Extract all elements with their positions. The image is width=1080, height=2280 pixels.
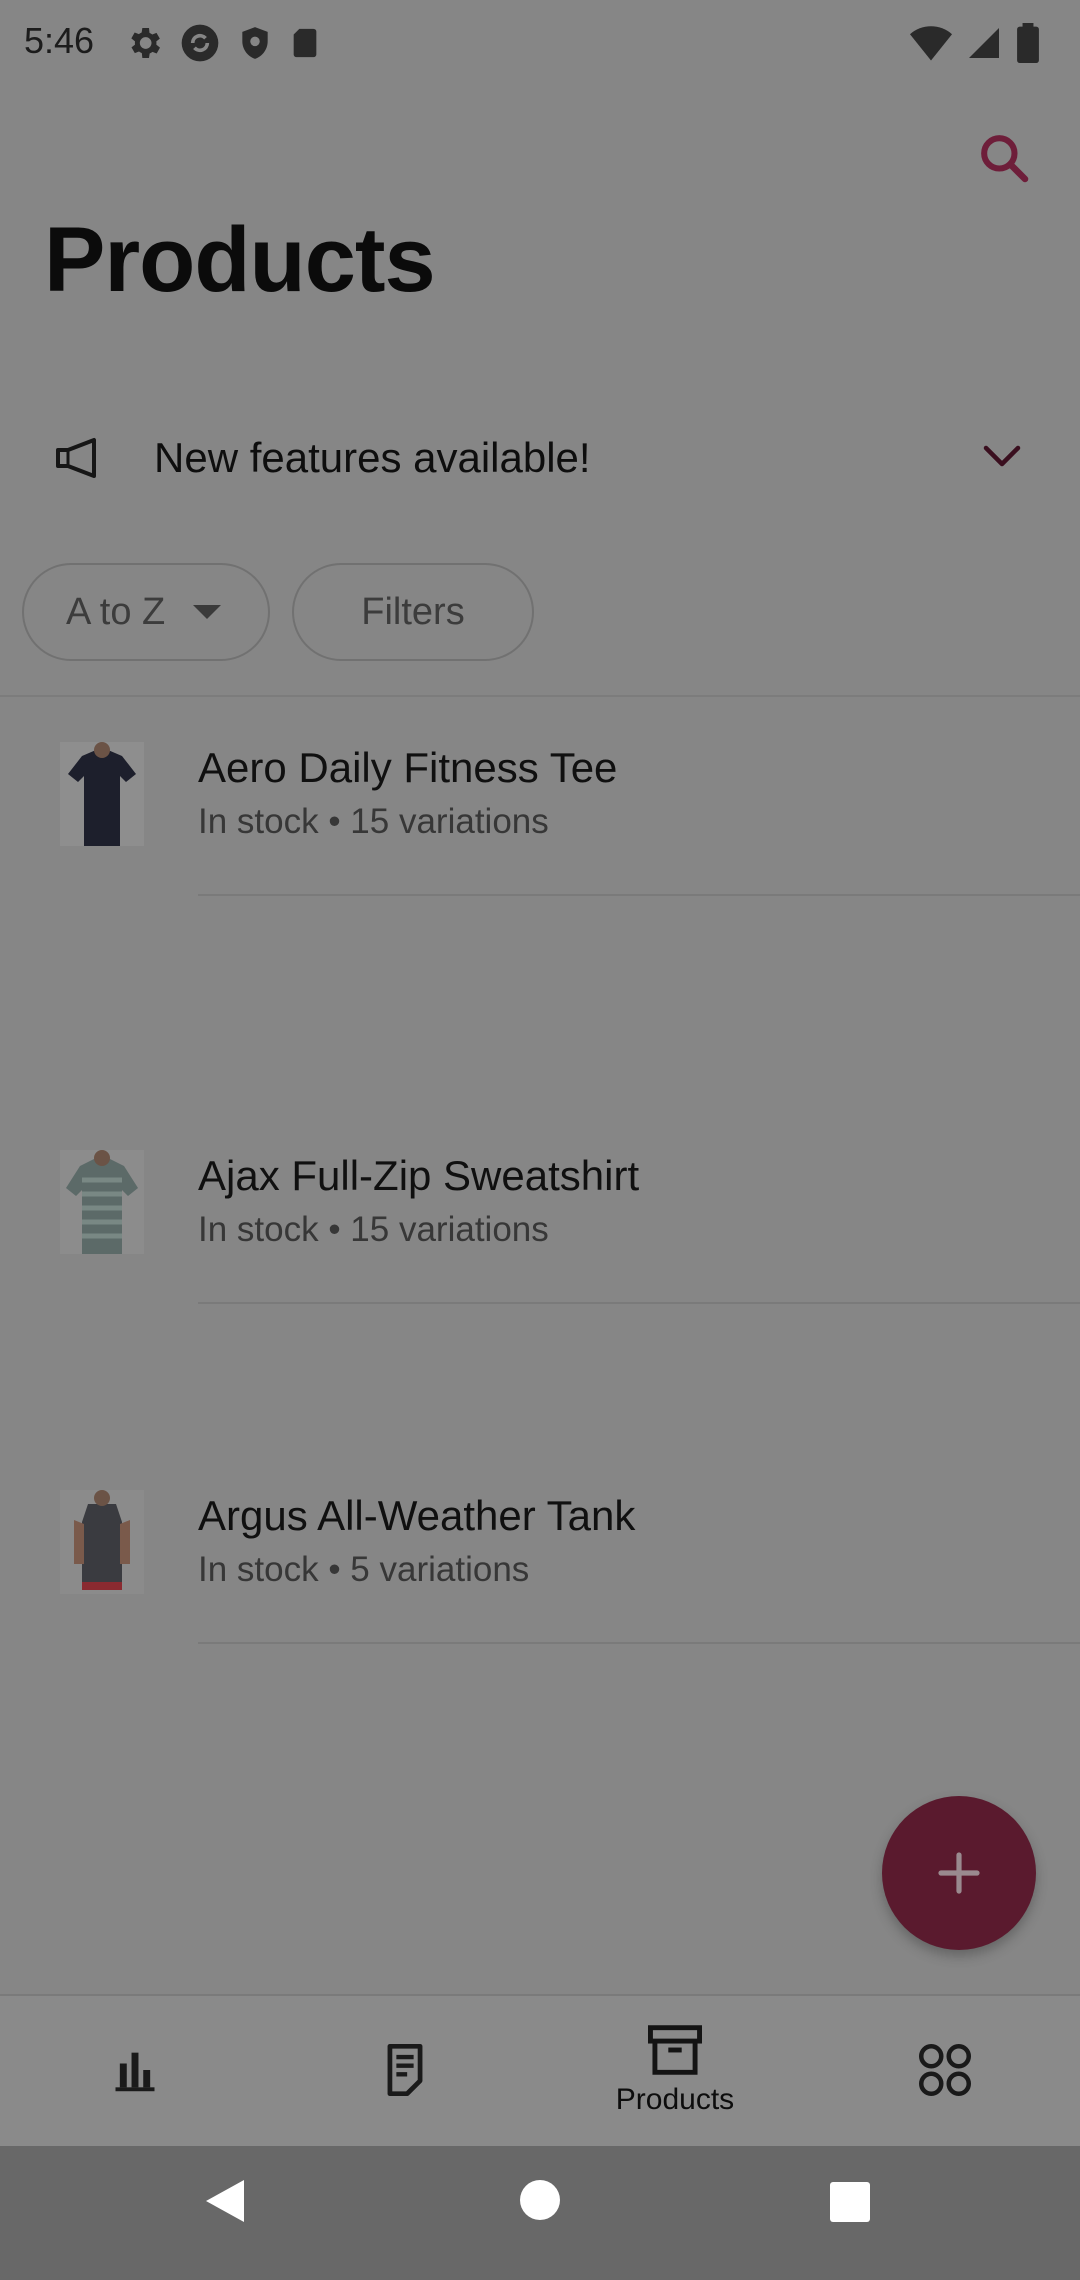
search-button[interactable] — [968, 122, 1040, 194]
search-icon — [981, 135, 1029, 183]
status-time: 5:46 — [24, 20, 95, 61]
row-divider — [198, 1302, 1080, 1304]
row-divider — [198, 894, 1080, 896]
list-top-divider — [0, 695, 1080, 697]
orders-icon — [387, 2043, 423, 2097]
status-bar: 5:46 — [0, 0, 1080, 86]
megaphone-icon — [56, 438, 96, 478]
sync-icon — [181, 24, 219, 62]
status-icons-left — [124, 18, 322, 68]
plus-icon — [938, 1852, 980, 1894]
dropdown-caret-icon — [193, 605, 222, 619]
filters-chip[interactable]: Filters — [292, 563, 534, 661]
sd-card-icon — [293, 28, 317, 58]
nav-item-orders[interactable] — [270, 1994, 540, 2146]
nav-item-dashboard[interactable] — [0, 1994, 270, 2146]
sort-chip[interactable]: A to Z — [22, 563, 270, 661]
wifi-icon — [910, 26, 952, 61]
product-name: Ajax Full-Zip Sweatshirt — [198, 1152, 640, 1199]
row-divider — [198, 1642, 1080, 1644]
product-thumbnail — [60, 1490, 144, 1594]
nav-item-label: Products — [615, 2083, 735, 2116]
system-navigation-bar — [0, 2146, 1080, 2280]
banner-text: New features available! — [154, 434, 591, 481]
add-product-button[interactable] — [882, 1796, 1036, 1950]
gear-icon — [131, 28, 160, 58]
signal-icon — [969, 28, 999, 58]
nav-item-products[interactable]: Products — [540, 1994, 810, 2146]
nav-item-menu[interactable] — [810, 1994, 1080, 2146]
product-meta: In stock • 5 variations — [198, 1550, 530, 1589]
battery-icon — [1017, 23, 1039, 63]
page-title: Products — [44, 209, 436, 311]
product-thumbnail — [60, 1150, 144, 1254]
home-icon[interactable] — [518, 2178, 562, 2222]
back-icon[interactable] — [202, 2176, 248, 2226]
recents-icon[interactable] — [828, 2180, 872, 2224]
archive-box-icon — [648, 2025, 702, 2075]
shield-icon — [242, 27, 268, 59]
status-icons-right — [910, 20, 1040, 66]
product-meta: In stock • 15 variations — [198, 802, 549, 841]
chevron-down-icon[interactable] — [980, 440, 1024, 472]
product-name: Aero Daily Fitness Tee — [198, 744, 618, 791]
product-name: Argus All-Weather Tank — [198, 1492, 636, 1539]
filters-chip-label: Filters — [361, 590, 465, 633]
product-meta: In stock • 15 variations — [198, 1210, 549, 1249]
product-thumbnail — [60, 742, 144, 846]
bar-chart-icon — [115, 2052, 155, 2092]
grid-menu-icon — [919, 2044, 971, 2096]
sort-chip-label: A to Z — [66, 590, 166, 633]
